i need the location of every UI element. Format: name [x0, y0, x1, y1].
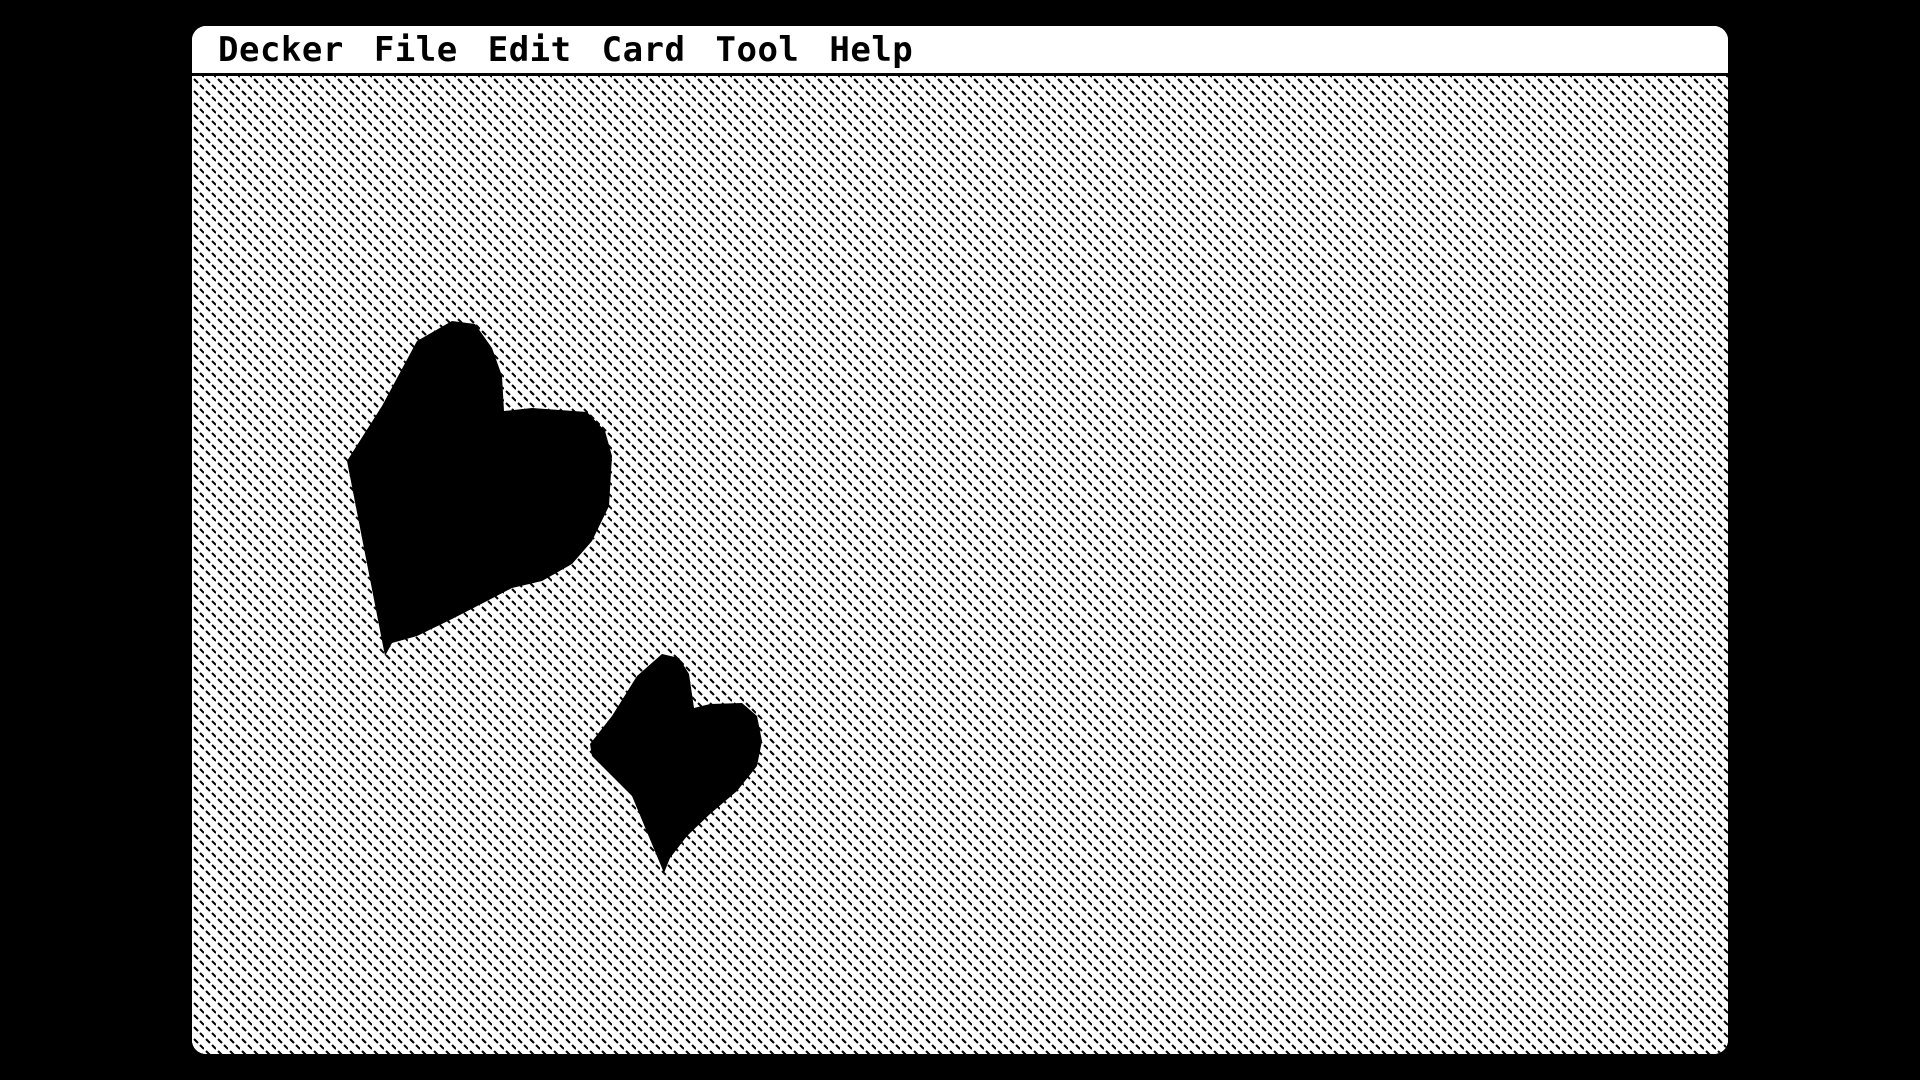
menu-card[interactable]: Card — [602, 26, 686, 75]
menu-tool[interactable]: Tool — [716, 26, 800, 75]
menu-help[interactable]: Help — [829, 26, 913, 75]
menu-bar: Decker File Edit Card Tool Help — [192, 26, 1728, 76]
card-canvas[interactable] — [192, 76, 1728, 1054]
card-drawing[interactable] — [192, 76, 1728, 1054]
decker-window: Decker File Edit Card Tool Help — [192, 26, 1728, 1054]
menu-decker[interactable]: Decker — [218, 26, 344, 75]
menu-file[interactable]: File — [374, 26, 458, 75]
menu-edit[interactable]: Edit — [488, 26, 572, 75]
